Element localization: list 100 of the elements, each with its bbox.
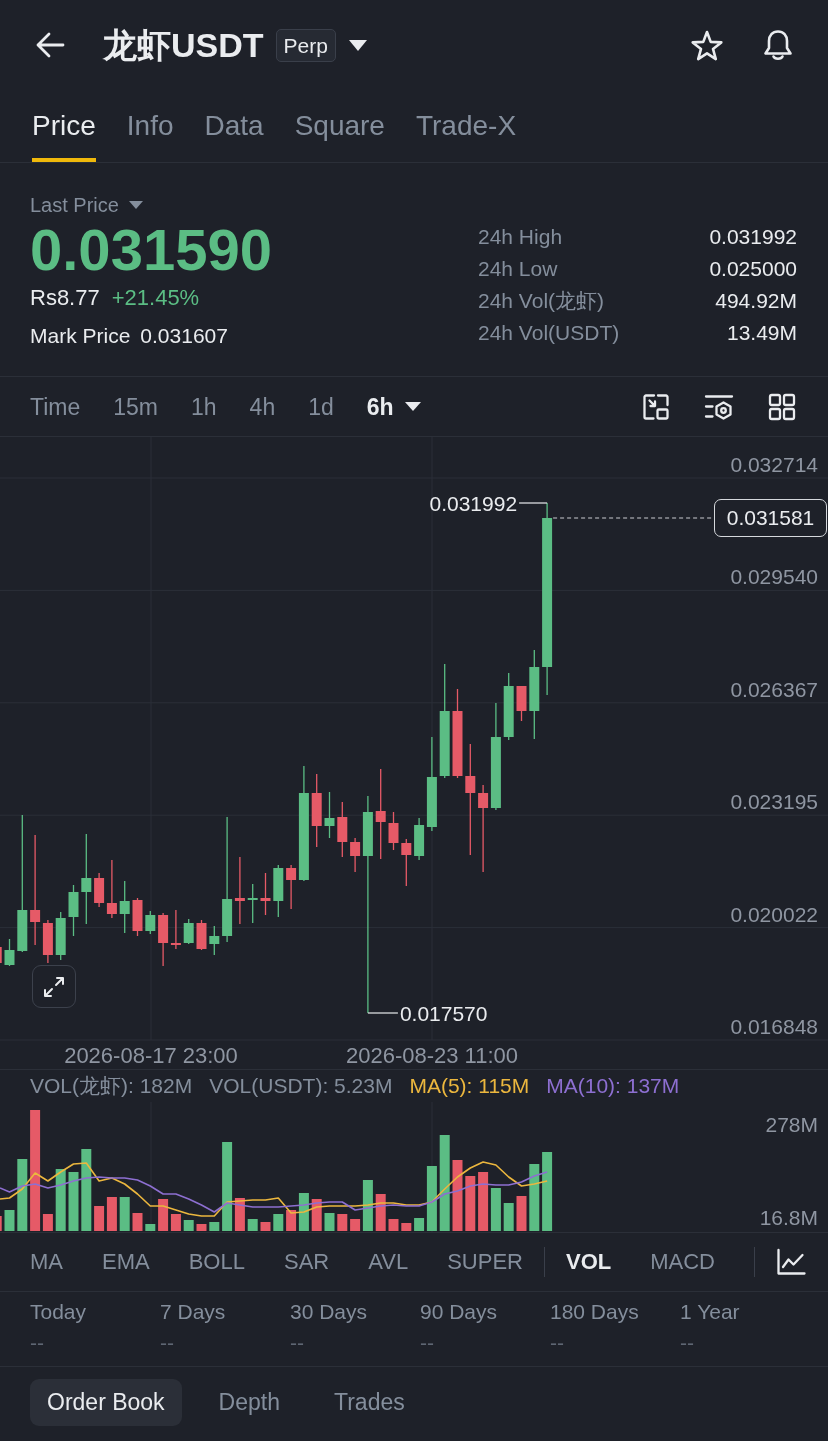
falling-candle bbox=[350, 837, 361, 873]
page-tab[interactable]: Square bbox=[294, 90, 385, 162]
price-axis-label: 0.029540 bbox=[730, 565, 818, 589]
indicator-tab[interactable]: SUPER bbox=[447, 1248, 523, 1276]
period-value: -- bbox=[550, 1331, 564, 1355]
indicator-tab[interactable]: MACD bbox=[650, 1248, 715, 1276]
caret-icon[interactable] bbox=[348, 39, 367, 51]
expand-icon bbox=[42, 974, 66, 999]
page-tab[interactable]: Info bbox=[126, 90, 174, 162]
low-price-label: 0.017570 bbox=[399, 1002, 488, 1025]
volume-bar bbox=[324, 1213, 335, 1231]
last-price: 0.031590 bbox=[30, 220, 272, 280]
bottom-tab[interactable]: Depth bbox=[201, 1379, 297, 1426]
interval-option[interactable]: 6h bbox=[366, 392, 421, 421]
rising-candle bbox=[55, 911, 66, 961]
legend-label: MA(10): 137M bbox=[546, 1074, 680, 1098]
volume-bar bbox=[503, 1203, 514, 1231]
volume-bar bbox=[247, 1219, 258, 1231]
legend-label: VOL(USDT): 5.23M bbox=[209, 1074, 393, 1098]
indicator-tab[interactable]: AVL bbox=[368, 1248, 409, 1276]
contract-type-badge: Perp bbox=[275, 28, 336, 62]
stat-label: 24h Vol(龙虾) bbox=[478, 288, 605, 314]
period-label: 30 Days bbox=[290, 1300, 368, 1324]
falling-candle bbox=[170, 909, 181, 950]
mark-price-value: 0.031607 bbox=[140, 324, 228, 348]
volume-bar bbox=[529, 1164, 540, 1231]
fiat-price: Rs8.77 bbox=[30, 286, 100, 310]
price-axis-label: 0.032714 bbox=[730, 453, 818, 476]
price-axis-label: 0.016848 bbox=[730, 1015, 818, 1038]
falling-candle bbox=[388, 811, 399, 851]
chart-settings-icon[interactable] bbox=[704, 392, 734, 421]
falling-candle bbox=[132, 897, 143, 937]
expand-button[interactable] bbox=[32, 965, 76, 1008]
volume-bar bbox=[490, 1188, 501, 1231]
interval-option[interactable]: 4h bbox=[249, 392, 276, 421]
stat-value: 0.031992 bbox=[709, 225, 797, 249]
star-icon[interactable] bbox=[690, 29, 724, 61]
volume-bar bbox=[55, 1169, 66, 1231]
rising-candle bbox=[4, 938, 15, 967]
leader-line bbox=[367, 1012, 399, 1014]
rising-candle bbox=[68, 884, 79, 937]
volume-bar bbox=[478, 1172, 489, 1231]
indicator-tab[interactable]: MA bbox=[30, 1248, 63, 1276]
high-price-label: 0.031992 bbox=[429, 492, 518, 515]
bottom-tab[interactable]: Trades bbox=[317, 1379, 422, 1426]
volume-bar bbox=[311, 1199, 322, 1231]
window-resize-icon[interactable] bbox=[642, 392, 670, 421]
rising-candle bbox=[119, 880, 130, 934]
interval-option[interactable]: 15m bbox=[113, 392, 158, 421]
page-tab[interactable]: Trade-X bbox=[415, 90, 517, 162]
period-label: Today bbox=[30, 1300, 87, 1324]
volume-bar bbox=[260, 1222, 271, 1231]
bottom-tab[interactable]: Order Book bbox=[30, 1379, 182, 1426]
volume-bar bbox=[68, 1172, 79, 1231]
rising-candle bbox=[209, 925, 220, 956]
page-tab[interactable]: Price bbox=[32, 90, 96, 162]
volume-bar bbox=[17, 1159, 28, 1231]
caret-icon bbox=[128, 201, 143, 209]
pair-title: 龙虾USDT bbox=[103, 25, 264, 65]
indicator-tab[interactable]: SAR bbox=[283, 1248, 330, 1276]
back-icon[interactable] bbox=[35, 31, 65, 59]
page-tab[interactable]: Data bbox=[204, 90, 264, 162]
interval-option[interactable]: Time bbox=[30, 392, 81, 421]
volume-bar bbox=[119, 1197, 130, 1231]
volume-bar bbox=[375, 1194, 386, 1231]
interval-option[interactable]: 1h bbox=[191, 392, 217, 421]
indicator-tab[interactable]: VOL bbox=[565, 1248, 612, 1276]
caret-icon bbox=[404, 402, 421, 411]
volume-bar bbox=[516, 1196, 527, 1231]
volume-bar bbox=[452, 1160, 463, 1231]
falling-candle bbox=[234, 856, 245, 925]
interval-option[interactable]: 1d bbox=[308, 392, 334, 421]
stat-label: 24h Vol(USDT) bbox=[478, 321, 620, 345]
stat-value: 13.49M bbox=[726, 321, 797, 345]
grid-icon[interactable] bbox=[768, 392, 796, 421]
volume-bar bbox=[4, 1210, 15, 1231]
price-change: +21.45% bbox=[111, 286, 200, 310]
rising-candle bbox=[247, 883, 258, 924]
leader-line bbox=[518, 502, 548, 504]
date-axis-label: 2026-08-23 11:00 bbox=[345, 1043, 519, 1068]
falling-candle bbox=[337, 801, 348, 858]
period-label: 1 Year bbox=[680, 1300, 740, 1324]
volume-bar bbox=[106, 1197, 117, 1231]
volume-bar bbox=[273, 1214, 284, 1231]
line-chart-icon[interactable] bbox=[775, 1248, 806, 1276]
price-axis-label: 0.026367 bbox=[730, 677, 818, 701]
indicator-tab[interactable]: BOLL bbox=[188, 1248, 245, 1276]
rising-candle bbox=[273, 864, 284, 918]
price-type-dropdown[interactable]: Last Price bbox=[30, 193, 143, 217]
period-value: -- bbox=[680, 1331, 694, 1355]
mark-price-label: Mark Price bbox=[30, 324, 131, 348]
rising-candle bbox=[183, 918, 194, 945]
legend-label: MA(5): 115M bbox=[409, 1074, 530, 1098]
volume-bar bbox=[209, 1222, 220, 1231]
bell-icon[interactable] bbox=[761, 28, 795, 62]
volume-bar bbox=[196, 1224, 207, 1231]
period-label: 90 Days bbox=[420, 1300, 498, 1324]
volume-bar bbox=[94, 1206, 105, 1231]
indicator-tab[interactable]: EMA bbox=[102, 1248, 150, 1276]
price-axis-label: 0.020022 bbox=[730, 902, 818, 926]
